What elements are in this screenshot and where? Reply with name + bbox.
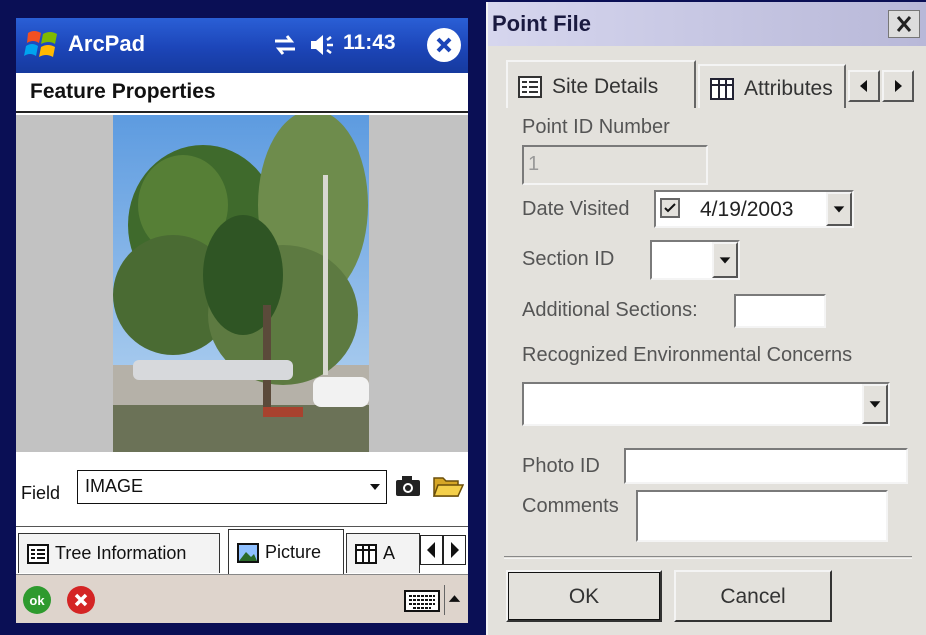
field-select[interactable]: IMAGE xyxy=(77,470,387,504)
keyboard-icon[interactable] xyxy=(404,589,440,613)
point-id-label: Point ID Number xyxy=(522,116,670,138)
comments-label: Comments xyxy=(522,495,619,517)
dialog-close-button[interactable] xyxy=(888,10,920,38)
tab-label: A xyxy=(383,543,396,563)
table-icon xyxy=(355,544,377,564)
chevron-down-icon xyxy=(833,206,845,213)
tab-picture[interactable]: Picture xyxy=(228,529,344,575)
divider xyxy=(504,556,912,559)
tab-label: Site Details xyxy=(552,75,659,98)
chevron-down-icon xyxy=(869,401,881,408)
tab-scroll-right-button[interactable] xyxy=(882,70,914,102)
clock[interactable]: 11:43 xyxy=(343,31,396,55)
connectivity-icon[interactable] xyxy=(272,32,298,58)
tab-attributes[interactable]: Attributes xyxy=(698,64,846,108)
cancel-button[interactable]: Cancel xyxy=(674,570,832,622)
point-file-dialog: Point File Site Details Attributes Point… xyxy=(486,2,926,635)
open-folder-icon[interactable] xyxy=(432,472,464,500)
date-enabled-checkbox[interactable] xyxy=(660,198,680,218)
photo-id-input[interactable] xyxy=(624,448,908,484)
form-icon xyxy=(27,544,49,564)
tree-photo xyxy=(113,115,369,452)
picture-icon xyxy=(237,543,259,563)
date-visited-label: Date Visited xyxy=(522,198,630,220)
command-bar: ok xyxy=(16,574,468,623)
ok-button[interactable]: OK xyxy=(506,570,662,622)
field-label: Field xyxy=(21,483,61,503)
dialog-title-bar: Point File xyxy=(488,2,926,46)
page-title: Feature Properties xyxy=(30,80,216,103)
chevron-down-icon xyxy=(719,257,731,264)
comments-input[interactable] xyxy=(636,490,888,542)
arcpad-window: ArcPad 11:43 Feature Properties Field IM… xyxy=(16,18,468,623)
tab-site-details[interactable]: Site Details xyxy=(506,60,696,108)
section-id-select[interactable] xyxy=(650,240,740,280)
close-button[interactable] xyxy=(427,28,461,62)
photo-id-label: Photo ID xyxy=(522,455,600,477)
point-id-field: 1 xyxy=(522,145,708,185)
tab-scroll-right-button[interactable] xyxy=(443,535,466,565)
windows-start-icon[interactable] xyxy=(24,27,62,63)
section-id-label: Section ID xyxy=(522,248,615,270)
picture-panel xyxy=(16,115,468,452)
form-icon xyxy=(518,76,542,98)
environmental-concerns-label: Recognized Environmental Concerns xyxy=(522,344,853,366)
close-icon xyxy=(436,37,452,53)
environmental-concerns-select[interactable] xyxy=(522,382,890,426)
field-value: IMAGE xyxy=(85,476,144,496)
date-visited-picker[interactable]: 4/19/2003 xyxy=(654,190,854,228)
tab-scroll xyxy=(420,535,466,565)
dialog-title: Point File xyxy=(492,11,591,36)
ok-button[interactable]: ok xyxy=(22,585,52,615)
additional-sections-label: Additional Sections: xyxy=(522,299,698,321)
volume-icon[interactable] xyxy=(308,32,338,58)
tab-scroll-left-button[interactable] xyxy=(848,70,880,102)
page-header: Feature Properties xyxy=(16,73,468,113)
arrow-left-icon xyxy=(860,80,867,92)
ok-label: ok xyxy=(29,593,45,608)
tab-scroll-left-button[interactable] xyxy=(420,535,443,565)
table-icon xyxy=(710,78,734,100)
field-row: Field IMAGE xyxy=(16,452,468,526)
section-dropdown-button[interactable] xyxy=(712,242,738,278)
check-icon xyxy=(664,203,676,213)
arrow-right-icon xyxy=(895,80,902,92)
arrow-left-icon xyxy=(427,542,435,558)
camera-icon[interactable] xyxy=(394,474,422,498)
tab-label: Picture xyxy=(265,542,322,562)
tab-strip: Tree Information Picture A xyxy=(16,526,468,575)
concerns-dropdown-button[interactable] xyxy=(862,384,888,424)
tab-label: Tree Information xyxy=(55,543,187,563)
chevron-down-icon xyxy=(370,484,380,490)
additional-sections-input[interactable] xyxy=(734,294,826,328)
title-bar: ArcPad 11:43 xyxy=(16,18,468,73)
point-id-value: 1 xyxy=(528,153,540,175)
sip-menu-up-icon[interactable] xyxy=(444,585,464,615)
cancel-button[interactable] xyxy=(66,585,96,615)
tab-label: Attributes xyxy=(744,77,833,100)
date-visited-value: 4/19/2003 xyxy=(700,198,794,221)
tab-scroll xyxy=(848,70,914,102)
arrow-right-icon xyxy=(451,542,459,558)
tab-tree-information[interactable]: Tree Information xyxy=(18,533,220,573)
dialog-tab-strip: Site Details Attributes xyxy=(506,60,926,110)
app-title: ArcPad xyxy=(68,31,146,56)
date-dropdown-button[interactable] xyxy=(826,192,852,226)
close-icon xyxy=(896,16,912,32)
tab-attributes[interactable]: A xyxy=(346,533,420,573)
